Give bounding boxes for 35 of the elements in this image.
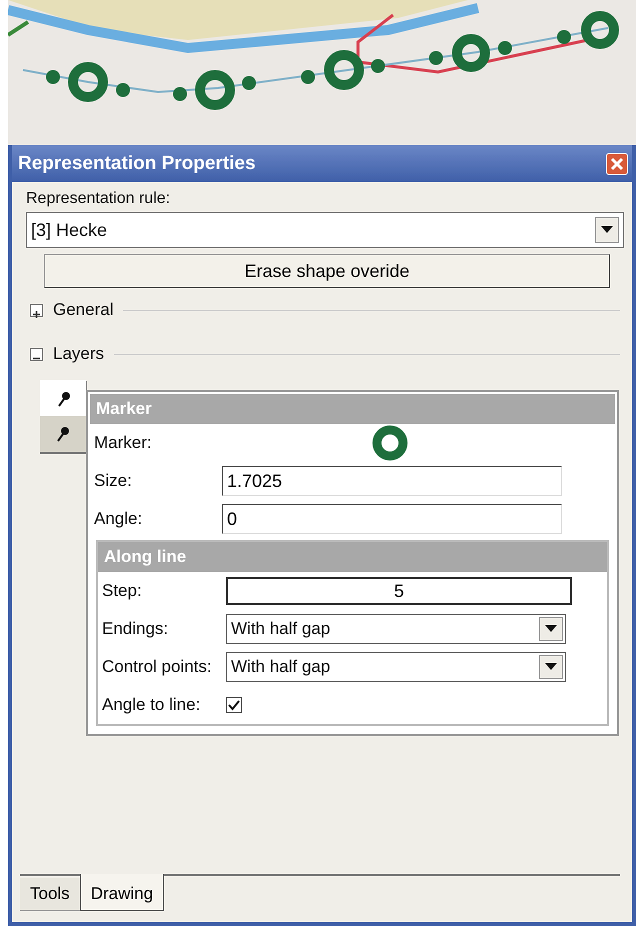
- layer-tab[interactable]: [40, 416, 86, 452]
- section-header: Along line: [98, 542, 607, 572]
- rule-dropdown[interactable]: [3] Hecke: [26, 212, 624, 248]
- expander-icon[interactable]: [30, 348, 43, 360]
- section-label[interactable]: General: [53, 300, 114, 320]
- field-label: Angle:: [94, 509, 144, 529]
- tab[interactable]: Tools: [20, 878, 80, 911]
- dropdown[interactable]: With half gap: [226, 614, 566, 644]
- section-label[interactable]: Layers: [53, 344, 104, 364]
- checkbox[interactable]: [226, 697, 242, 713]
- field-label: Marker:: [94, 433, 153, 453]
- caret-icon: [601, 226, 613, 234]
- dropdown[interactable]: With half gap: [226, 652, 566, 682]
- close-icon: [610, 156, 624, 170]
- text-field[interactable]: 0: [222, 504, 562, 534]
- text-field[interactable]: 1.7025: [222, 466, 562, 496]
- field-label: Endings:: [102, 619, 170, 639]
- field-label: Representation rule:: [26, 190, 172, 208]
- caret-icon: [545, 663, 557, 671]
- field-label: Angle to line:: [102, 695, 202, 715]
- field-label: Control points:: [102, 657, 213, 677]
- pin-icon: [57, 391, 71, 407]
- step-field[interactable]: 5: [226, 577, 572, 605]
- tab[interactable]: Drawing: [80, 874, 164, 911]
- ring-marker-icon[interactable]: [372, 425, 408, 461]
- pin-icon: [56, 426, 70, 442]
- caret-icon: [545, 625, 557, 633]
- layer-tab[interactable]: [40, 380, 86, 416]
- close-button[interactable]: [606, 152, 628, 174]
- field-label: Size:: [94, 471, 133, 491]
- section-header: Marker: [90, 394, 615, 424]
- expander-icon[interactable]: [30, 304, 43, 316]
- field-label: Step:: [102, 581, 143, 601]
- erase-shape-button[interactable]: Erase shape overide: [44, 254, 610, 288]
- window-title: Representation Properties: [18, 152, 256, 174]
